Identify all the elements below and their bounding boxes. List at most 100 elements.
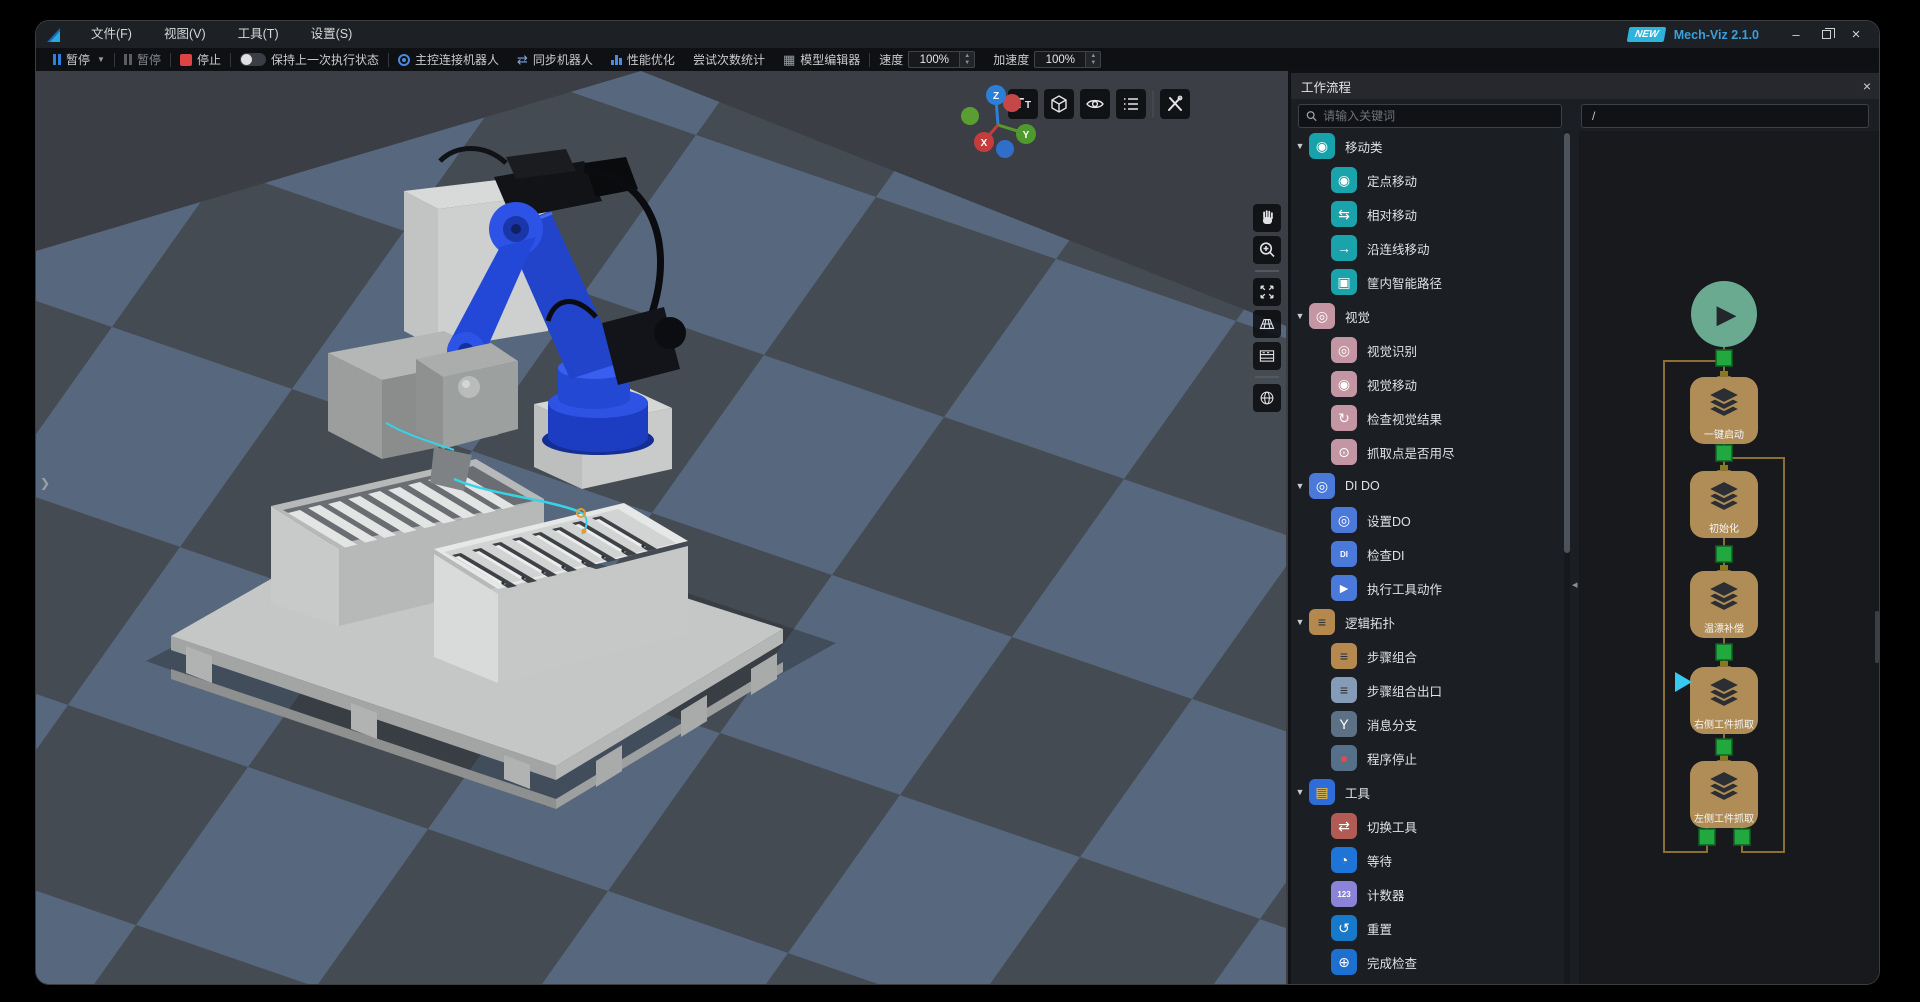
tree-item-execute-tool-action[interactable]: ▼►执行工具动作: [1291, 571, 1563, 605]
stop-icon: [180, 54, 192, 66]
pan-button[interactable]: [1253, 204, 1281, 232]
performance-optimization-button[interactable]: 性能优化: [602, 48, 684, 71]
left-panel-expand-handle[interactable]: ❯: [40, 476, 50, 490]
search-input[interactable]: [1323, 109, 1554, 123]
pause-button[interactable]: 暂停 ▼: [44, 48, 114, 71]
viewport-3d[interactable]: TT: [36, 71, 1288, 985]
bounding-box-button[interactable]: [1044, 89, 1074, 119]
tree-item-vision-recognition[interactable]: ▼◎视觉识别: [1291, 333, 1563, 367]
menu-file[interactable]: 文件(F): [75, 21, 148, 48]
workflow-search[interactable]: [1298, 104, 1562, 128]
menu-view[interactable]: 视图(V): [148, 21, 222, 48]
graph-node-left-workpiece-pick[interactable]: 左侧工件抓取: [1690, 761, 1758, 828]
close-button[interactable]: ×: [1841, 21, 1871, 48]
graph-node-temp-drift-compensation[interactable]: 温漂补偿: [1690, 571, 1758, 638]
attempt-statistics-button[interactable]: 尝试次数统计: [684, 48, 774, 71]
graph-node-label: 右侧工件抓取: [1690, 716, 1758, 731]
sync-robot-button[interactable]: ⇄ 同步机器人: [508, 48, 602, 71]
projection-button[interactable]: [1253, 384, 1281, 412]
tree-item-move-fixed-point[interactable]: ▼◉定点移动: [1291, 163, 1563, 197]
maximize-button[interactable]: [1811, 21, 1841, 48]
chevron-down-icon[interactable]: ▼: [1291, 787, 1309, 797]
maximize-icon: [1822, 30, 1831, 39]
graph-node-label: 左侧工件抓取: [1690, 810, 1758, 825]
tree-item-set-do[interactable]: ▼◎设置DO: [1291, 503, 1563, 537]
tree-scrollbar[interactable]: [1564, 131, 1570, 984]
hand-icon: [1256, 207, 1278, 229]
close-panel-icon[interactable]: ×: [1863, 78, 1871, 94]
counter-icon: 123: [1331, 881, 1357, 907]
tree-item-smart-path-in-bin[interactable]: ▼▣筐内智能路径: [1291, 265, 1563, 299]
tree-item-check-vision-result[interactable]: ▼↻检查视觉结果: [1291, 401, 1563, 435]
tree-item-counter[interactable]: ▼123计数器: [1291, 877, 1563, 911]
new-badge: NEW: [1627, 27, 1667, 42]
graph-scrollbar[interactable]: [1875, 611, 1879, 663]
spin-down-icon[interactable]: ▼: [1086, 60, 1100, 68]
fit-view-button[interactable]: [1253, 278, 1281, 306]
tree-item-wait[interactable]: ▼◔等待: [1291, 843, 1563, 877]
tree-section-move-category[interactable]: ▼◉移动类: [1291, 129, 1563, 163]
graph-node-initialize[interactable]: 初始化: [1690, 471, 1758, 538]
graph-breadcrumb[interactable]: /: [1581, 104, 1869, 128]
tree-section-tools[interactable]: ▼▤工具: [1291, 775, 1563, 809]
menu-settings[interactable]: 设置(S): [295, 21, 369, 48]
chevron-down-icon[interactable]: ▼: [1291, 617, 1309, 627]
visibility-button[interactable]: [1080, 89, 1110, 119]
tree-section-logic-topology[interactable]: ▼≡逻辑拓扑: [1291, 605, 1563, 639]
spin-up-icon[interactable]: ▲: [960, 52, 974, 60]
tree-item-message-branch[interactable]: ▼Y消息分支: [1291, 707, 1563, 741]
app-title: Mech-Viz 2.1.0: [1674, 28, 1759, 42]
measure-tools-button[interactable]: [1160, 89, 1190, 119]
keep-last-state-toggle[interactable]: 保持上一次执行状态: [231, 48, 388, 71]
tree-section-vision[interactable]: ▼◎视觉: [1291, 299, 1563, 333]
tree-item-move-along-line[interactable]: ▼→沿连线移动: [1291, 231, 1563, 265]
tree-item-reset[interactable]: ▼↺重置: [1291, 911, 1563, 945]
tree-item-step-group[interactable]: ▼≡步骤组合: [1291, 639, 1563, 673]
pause-secondary-button[interactable]: 暂停: [115, 48, 170, 71]
graph-node-one-key-start[interactable]: 一键启动: [1690, 377, 1758, 444]
grasp-points-exhausted-icon: ⊙: [1331, 439, 1357, 465]
chevron-down-icon[interactable]: ▼: [1291, 311, 1309, 321]
chevron-down-icon[interactable]: ▼: [1291, 481, 1309, 491]
tree-item-vision-move[interactable]: ▼◉视觉移动: [1291, 367, 1563, 401]
tree-section-di-do[interactable]: ▼◎DI DO: [1291, 469, 1563, 503]
list-view-button[interactable]: [1116, 89, 1146, 119]
axis-gizmo[interactable]: Z Y X: [958, 83, 1044, 163]
chevron-down-icon[interactable]: ▼: [97, 55, 105, 64]
ground-grid-button[interactable]: [1253, 310, 1281, 338]
tree-item-step-group-exit[interactable]: ▼≡步骤组合出口: [1291, 673, 1563, 707]
toggle-off-icon[interactable]: [240, 53, 266, 66]
vision-recognition-icon: ◎: [1331, 337, 1357, 363]
axis-x-label: X: [981, 138, 988, 149]
step-group-icon: ≡: [1331, 643, 1357, 669]
panel-collapse-handle[interactable]: ◂: [1572, 578, 1578, 591]
axis-y-label: Y: [1023, 130, 1030, 141]
spin-up-icon[interactable]: ▲: [1086, 52, 1100, 60]
tools-icon: ▤: [1309, 779, 1335, 805]
speed-stepper[interactable]: 100% ▲▼: [908, 51, 975, 68]
tree-label: 步骤组合出口: [1367, 681, 1442, 700]
spin-down-icon[interactable]: ▼: [960, 60, 974, 68]
plan-history-button[interactable]: [1253, 342, 1281, 370]
model-editor-button[interactable]: ▦ 模型编辑器: [774, 48, 869, 71]
chevron-down-icon[interactable]: ▼: [1291, 141, 1309, 151]
workflow-panel-header: 工作流程 ×: [1291, 73, 1880, 99]
tree-label: 重置: [1367, 919, 1392, 938]
graph-node-right-workpiece-pick[interactable]: 右侧工件抓取: [1690, 667, 1758, 734]
tree-item-check-di[interactable]: ▼DI检查DI: [1291, 537, 1563, 571]
workflow-graph[interactable]: ▶ 一键启动初始化温漂补偿右侧工件抓取左侧工件抓取: [1579, 131, 1880, 984]
minimize-button[interactable]: –: [1781, 21, 1811, 48]
acceleration-stepper[interactable]: 100% ▲▼: [1034, 51, 1101, 68]
master-control-connect-button[interactable]: 主控连接机器人: [389, 48, 508, 71]
tree-item-finish-check[interactable]: ▼⊕完成检查: [1291, 945, 1563, 979]
tree-item-program-stop[interactable]: ▼●程序停止: [1291, 741, 1563, 775]
tree-item-grasp-points-exhausted[interactable]: ▼⊙抓取点是否用尽: [1291, 435, 1563, 469]
robot-connect-icon: [398, 54, 410, 66]
tree-item-switch-tool[interactable]: ▼⇄切换工具: [1291, 809, 1563, 843]
stop-button[interactable]: 停止: [171, 48, 230, 71]
tree-label: 计数器: [1367, 885, 1405, 904]
zoom-button[interactable]: [1253, 236, 1281, 264]
tree-item-move-relative[interactable]: ▼⇆相对移动: [1291, 197, 1563, 231]
run-workflow-button[interactable]: ▶: [1691, 281, 1757, 347]
menu-tools[interactable]: 工具(T): [222, 21, 295, 48]
